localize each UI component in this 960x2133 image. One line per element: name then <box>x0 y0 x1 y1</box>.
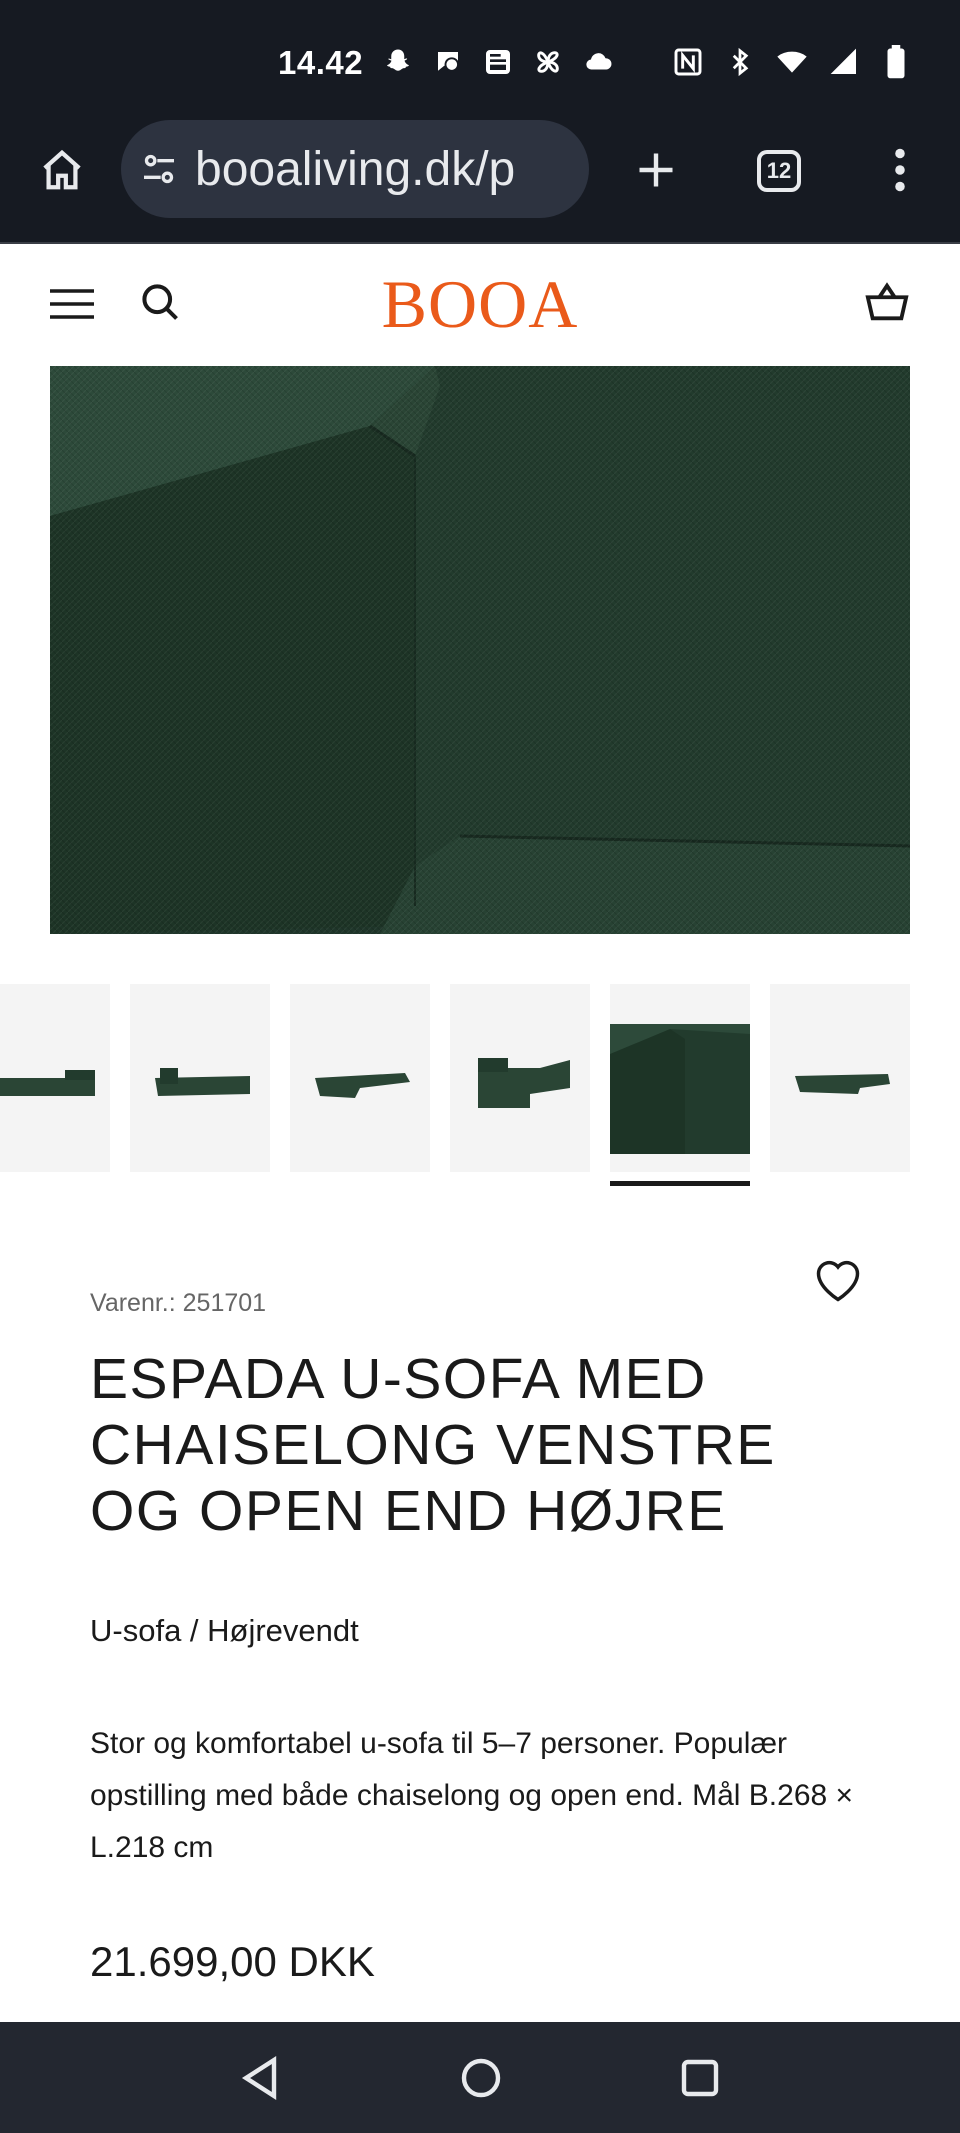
sofa-thumb-image <box>155 1068 250 1096</box>
status-time: 14.42 <box>278 44 364 81</box>
heart-icon <box>816 1260 860 1302</box>
cloud-icon <box>580 44 616 80</box>
product-description: Stor og komfortabel u-sofa til 5–7 perso… <box>90 1727 854 1864</box>
bluetooth-icon <box>722 44 758 80</box>
sofa-thumb-image <box>610 1024 750 1154</box>
product-title: ESPADA U-SOFA MED CHAISELONG VENSTRE OG … <box>90 1347 776 1543</box>
thumbnail-4[interactable] <box>450 984 590 1172</box>
nav-back-button[interactable] <box>238 2054 286 2102</box>
new-tab-button[interactable] <box>628 142 684 198</box>
signal-icon <box>826 44 862 80</box>
wifi-icon <box>774 44 810 80</box>
nfc-icon <box>670 44 706 80</box>
sofa-closeup-image <box>50 366 910 934</box>
recents-square-icon <box>681 2059 719 2097</box>
thumbnail-1[interactable] <box>0 984 110 1172</box>
nav-recents-button[interactable] <box>676 2054 724 2102</box>
thumbnail-3[interactable] <box>290 984 430 1172</box>
sofa-thumb-image <box>0 1070 95 1096</box>
product-main-image[interactable] <box>50 366 910 934</box>
url-text[interactable]: booaliving.dk/p <box>195 142 515 197</box>
address-bar[interactable]: booaliving.dk/p <box>121 120 589 218</box>
site-header: BOOA <box>0 244 960 364</box>
pinwheel-icon <box>530 44 566 80</box>
hamburger-icon <box>50 289 94 319</box>
product-sku: Varenr.: 251701 <box>90 1289 267 1317</box>
plus-icon <box>639 153 673 187</box>
sofa-thumb-image <box>315 1073 410 1098</box>
battery-icon <box>878 44 914 80</box>
site-logo[interactable]: BOOA <box>373 265 587 343</box>
wishlist-button[interactable] <box>812 1256 864 1304</box>
thumbnail-6[interactable] <box>770 984 910 1172</box>
nav-home-button[interactable] <box>457 2054 505 2102</box>
status-bar: 14.42 <box>0 0 960 120</box>
cart-button[interactable] <box>864 280 910 326</box>
thumbnail-strip <box>0 984 960 1186</box>
search-button[interactable] <box>138 280 182 324</box>
system-nav-bar <box>0 2022 960 2133</box>
chat-icon <box>430 44 466 80</box>
browser-home-button[interactable] <box>34 142 90 198</box>
tab-switcher-button[interactable]: 12 <box>757 150 801 192</box>
news-icon <box>480 44 516 80</box>
system-icons <box>670 44 914 80</box>
thumbnail-2[interactable] <box>130 984 270 1172</box>
back-triangle-icon <box>241 2055 277 2101</box>
thumbnail-5-active[interactable] <box>610 984 750 1186</box>
more-vert-icon <box>895 148 905 192</box>
browser-toolbar: booaliving.dk/p 12 <box>0 120 960 244</box>
sofa-thumb-image <box>795 1074 890 1094</box>
home-circle-icon <box>461 2058 501 2098</box>
product-variant: U-sofa / Højrevendt <box>90 1613 359 1648</box>
tab-count: 12 <box>766 158 792 183</box>
basket-icon <box>865 282 909 321</box>
product-price: 21.699,00 DKK <box>90 1938 375 1985</box>
sofa-thumb-image <box>478 1058 570 1108</box>
menu-button[interactable] <box>48 284 96 324</box>
search-icon <box>142 284 178 320</box>
notification-icons <box>380 44 616 80</box>
home-icon <box>43 149 81 190</box>
browser-menu-button[interactable] <box>880 142 920 198</box>
site-settings-icon[interactable] <box>137 147 181 191</box>
snapchat-icon <box>380 44 416 80</box>
